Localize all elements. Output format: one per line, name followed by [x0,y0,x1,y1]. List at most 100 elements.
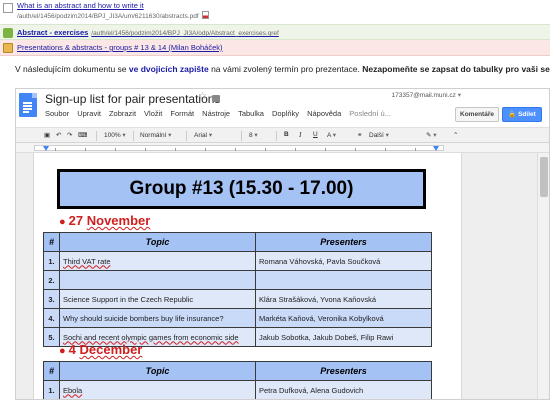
formatting-toolbar: ▣ ↶ ↷ ⌨ 100% Normální Arial 8 B I U A ⚭ … [16,127,549,143]
resource-entry: Abstract - exercises/auth/el/1456/podzim… [17,28,279,37]
italic-button[interactable]: I [299,130,302,139]
menu-file[interactable]: Soubor [45,109,69,123]
column-header: Topic [59,361,256,381]
comments-button[interactable]: Komentáře [455,107,499,122]
star-icon[interactable]: ☆ [198,91,207,102]
topic-text: Sochi and recent olympic games from econ… [63,332,239,342]
menu-tools[interactable]: Nástroje [202,109,230,123]
pdf-icon[interactable] [201,11,209,19]
font-select[interactable]: Arial [194,131,212,139]
google-docs-embed: Sign-up list for pair presentations ☆ So… [15,88,550,400]
presenters-cell[interactable] [255,270,432,290]
undo-icon[interactable]: ↶ [56,131,61,139]
topic-cell[interactable]: Science Support in the Czech Republic [59,289,256,309]
topic-cell[interactable]: Why should suicide bombers buy life insu… [59,308,256,328]
row-number: 1. [43,251,60,271]
pen-icon[interactable]: ✎ [426,131,437,139]
date-heading: ● 4 December [59,342,142,357]
presenters-text: Romana Váhovská, Pavla Součková [259,256,381,266]
text-color-button[interactable]: A [327,131,336,139]
collapse-icon[interactable]: ⌃ [453,131,458,139]
topic-cell[interactable]: Ebola [59,380,256,399]
lock-icon: 🔒 [508,111,517,118]
row-number: 3. [43,289,60,309]
resource-abstract-pdf: What is an abstract and how to write it … [0,0,550,24]
last-edit-link[interactable]: Poslední ú... [349,109,391,123]
right-indent-marker[interactable] [433,146,439,151]
underline-button[interactable]: U [313,131,318,138]
column-header: # [43,232,60,252]
vertical-scrollbar[interactable] [537,153,549,399]
docs-logo-icon[interactable] [19,93,37,117]
bullet-icon: ● [59,216,66,228]
topic-text: Ebola [63,385,83,395]
resource-link[interactable]: Abstract - exercises [17,28,88,37]
resource-link[interactable]: Presentations & abstracts - groups # 13 … [17,43,223,52]
left-indent-marker[interactable] [43,146,49,151]
instruction-part: V následujícím dokumentu se [15,64,129,74]
share-label: Sdílet [518,111,536,118]
user-account[interactable]: 173357@mail.muni.cz [392,91,462,99]
menu-insert[interactable]: Vložit [144,109,162,123]
row-number: 2. [43,270,60,290]
row-number: 5. [43,327,60,347]
row-number: 1. [43,380,60,399]
column-header: Presenters [255,361,432,381]
table-header-row: # Topic Presenters [43,361,432,381]
presenters-cell[interactable]: Romana Váhovská, Pavla Součková [255,251,432,271]
folder-icon[interactable] [212,95,220,102]
resource-exercises: Abstract - exercises/auth/el/1456/podzim… [0,24,550,40]
paint-format-icon[interactable]: ⌨ [78,131,87,139]
instruction-bold: Nezapomeňte se zapsat do tabulky pro vaš… [362,64,550,74]
folder-icon [3,43,13,53]
menu-edit[interactable]: Upravit [77,109,101,123]
table-row: 4. Why should suicide bombers buy life i… [43,308,432,328]
date-month: November [86,213,151,228]
docs-header: Sign-up list for pair presentations ☆ So… [16,89,549,127]
document-icon [3,3,13,13]
style-select[interactable]: Normální [140,131,171,139]
bold-button[interactable]: B [284,131,289,138]
resource-path: /auth/el/1456/podzim2014/BPJ_JI3A/um/621… [17,11,209,20]
column-header: # [43,361,60,381]
menu-view[interactable]: Zobrazit [109,109,136,123]
document-title[interactable]: Sign-up list for pair presentations [45,92,220,106]
group-heading: Group #13 (15.30 - 17.00) [57,169,426,209]
table-row: 1. Third VAT rate Romana Váhovská, Pavla… [43,251,432,271]
menu-format[interactable]: Formát [170,109,194,123]
table-row: 1. Ebola Petra Dufková, Alena Gudovich [43,380,432,399]
presenters-cell[interactable]: Markéta Kaňová, Veronika Kobylková [255,308,432,328]
presenters-cell[interactable]: Jakub Sobotka, Jakub Dobeš, Filip Rawi [255,327,432,347]
zoom-select[interactable]: 100% [104,131,126,139]
resource-presentations: Presentations & abstracts - groups # 13 … [0,40,550,56]
table-header-row: # Topic Presenters [43,232,432,252]
font-size-select[interactable]: 8 [249,131,258,139]
menu-table[interactable]: Tabulka [238,109,264,123]
column-header: Topic [59,232,256,252]
presenters-cell[interactable]: Petra Dufková, Alena Gudovich [255,380,432,399]
topic-text: Third VAT rate [63,256,111,266]
presenters-cell[interactable]: Klára Strašáková, Yvona Kaňovská [255,289,432,309]
document-page[interactable]: Group #13 (15.30 - 17.00) ● 27 November #… [33,153,462,399]
date-month: December [79,342,143,357]
ruler-track [34,145,444,151]
menu-help[interactable]: Nápověda [307,109,341,123]
print-icon[interactable]: ▣ [44,131,50,139]
ruler [16,143,549,153]
topic-cell[interactable] [59,270,256,290]
more-button[interactable]: Další [369,131,389,139]
redo-icon[interactable]: ↷ [67,131,72,139]
menu-bar: Soubor Upravit Zobrazit Vložit Formát Ná… [45,109,391,123]
scroll-thumb[interactable] [540,157,548,197]
resource-path-text[interactable]: /auth/el/1456/podzim2014/BPJ_JI3A/um/621… [17,13,199,20]
link-icon[interactable]: ⚭ [357,131,362,139]
row-number: 4. [43,308,60,328]
exercise-icon [3,28,13,38]
share-button[interactable]: 🔒 Sdílet [502,107,542,122]
topic-cell[interactable]: Third VAT rate [59,251,256,271]
resource-link[interactable]: What is an abstract and how to write it [17,1,144,10]
bullet-icon: ● [59,345,66,357]
table-row: 2. [43,270,432,290]
schedule-table: # Topic Presenters 1. Ebola Petra Dufkov… [43,361,432,399]
menu-addons[interactable]: Doplňky [272,109,299,123]
